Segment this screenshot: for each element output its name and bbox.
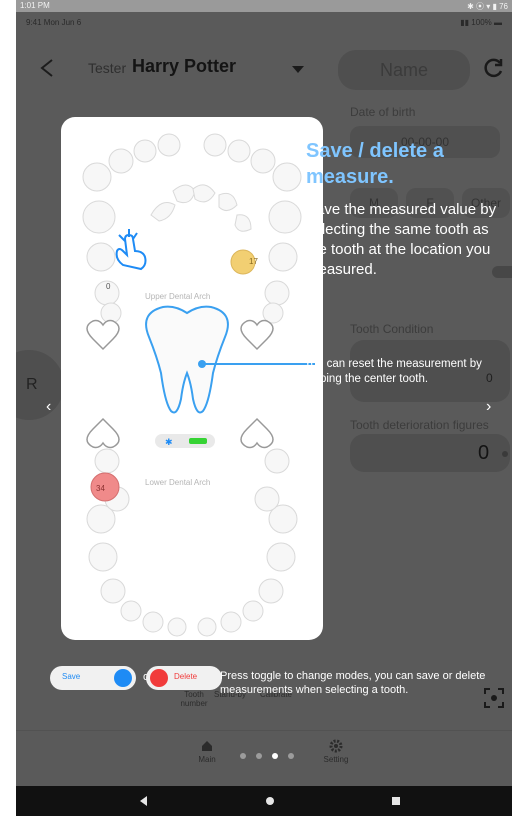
page-dot-4 xyxy=(288,753,294,759)
nav-recent-icon[interactable] xyxy=(392,797,400,805)
tooth-number-34: 34 xyxy=(96,484,105,493)
ios-status-icons: ▮▮ 100% ▬ xyxy=(460,18,502,27)
tab-setting-label: Setting xyxy=(323,755,349,764)
scan-icon[interactable] xyxy=(482,686,506,710)
tester-label: Tester xyxy=(88,60,127,76)
page-indicator xyxy=(240,753,300,761)
left-upper-heart-marker xyxy=(86,319,120,351)
ios-status-bar: 9:41 Mon Jun 6 ▮▮ 100% ▬ xyxy=(16,12,512,30)
tab-main-label: Main xyxy=(198,755,216,764)
center-tooth xyxy=(145,305,229,414)
dob-label: Date of birth xyxy=(350,105,416,119)
right-side-label: R xyxy=(26,376,38,393)
callout-line xyxy=(202,363,315,365)
toggle-instruction: Press toggle to change modes, you can sa… xyxy=(220,670,486,696)
save-mode-toggle[interactable]: Save xyxy=(50,666,136,690)
tab-setting[interactable]: Setting xyxy=(316,739,356,764)
page-dot-3 xyxy=(272,753,278,759)
android-nav-bar xyxy=(16,786,512,816)
bluetooth-icon: ✱ xyxy=(165,437,173,447)
tutorial-title: Save / delete a measure. xyxy=(306,140,444,188)
tutorial-body: Save the measured value by selecting the… xyxy=(306,201,497,278)
delete-mode-toggle[interactable]: Delete xyxy=(146,666,222,690)
delete-toggle-knob xyxy=(150,669,168,687)
name-input[interactable]: Name xyxy=(338,50,470,90)
home-icon xyxy=(202,741,212,751)
dental-chart: ✱ xyxy=(82,133,302,637)
deterioration-indicator xyxy=(502,451,508,457)
next-arrow-icon[interactable]: › xyxy=(486,398,491,416)
delete-label: Delete xyxy=(174,672,198,681)
right-side-button[interactable] xyxy=(16,350,64,420)
nav-home-icon[interactable] xyxy=(266,797,274,805)
lower-arch-label: Lower Dental Arch xyxy=(145,478,211,487)
tab-main[interactable]: Main xyxy=(192,739,222,764)
right-upper-heart-marker xyxy=(240,319,274,351)
left-lower-heart-marker xyxy=(86,417,120,449)
battery-icon xyxy=(189,438,207,444)
tester-select[interactable]: Tester Harry Potter xyxy=(82,56,308,84)
tooth-number-17: 17 xyxy=(249,257,258,266)
tooth-number-left: 0 xyxy=(106,282,111,291)
back-icon[interactable] xyxy=(34,54,62,82)
ios-time: 9:41 Mon Jun 6 xyxy=(26,18,82,27)
dental-chart-card: ✱ Upper Dental Arch Lower Dental Arch 0 … xyxy=(61,117,323,640)
page-dot-1 xyxy=(240,753,246,759)
android-time: 1:01 PM xyxy=(20,1,50,10)
save-label: Save xyxy=(62,672,81,681)
callout-text: You can reset the measurement by tapping… xyxy=(304,358,482,385)
prev-arrow-icon[interactable]: ‹ xyxy=(46,398,51,416)
upper-arch-label: Upper Dental Arch xyxy=(145,292,211,301)
tooth-number-tool[interactable]: Tooth number xyxy=(174,690,214,708)
deterioration-label: Tooth deterioration figures xyxy=(350,418,489,432)
gear-icon xyxy=(329,739,343,753)
tap-gesture-icon xyxy=(109,225,149,275)
right-lower-heart-marker xyxy=(240,417,274,449)
save-toggle-knob xyxy=(114,669,132,687)
android-status-icons: ✱ ⦿ ▾ ▮ 76 xyxy=(467,2,508,11)
app-frame: 1:01 PM ✱ ⦿ ▾ ▮ 76 9:41 Mon Jun 6 ▮▮ 100… xyxy=(16,0,512,816)
tab-bar: Main Setting xyxy=(16,730,512,782)
refresh-icon[interactable] xyxy=(482,56,506,80)
deterioration-value: 0 xyxy=(478,442,490,464)
tooth-condition-label: Tooth Condition xyxy=(350,322,434,336)
android-status-bar: 1:01 PM ✱ ⦿ ▾ ▮ 76 xyxy=(16,0,512,12)
chevron-down-icon xyxy=(292,66,304,73)
page-dot-2 xyxy=(256,753,262,759)
nav-back-icon[interactable] xyxy=(140,796,147,806)
tester-name: Harry Potter xyxy=(132,56,237,76)
